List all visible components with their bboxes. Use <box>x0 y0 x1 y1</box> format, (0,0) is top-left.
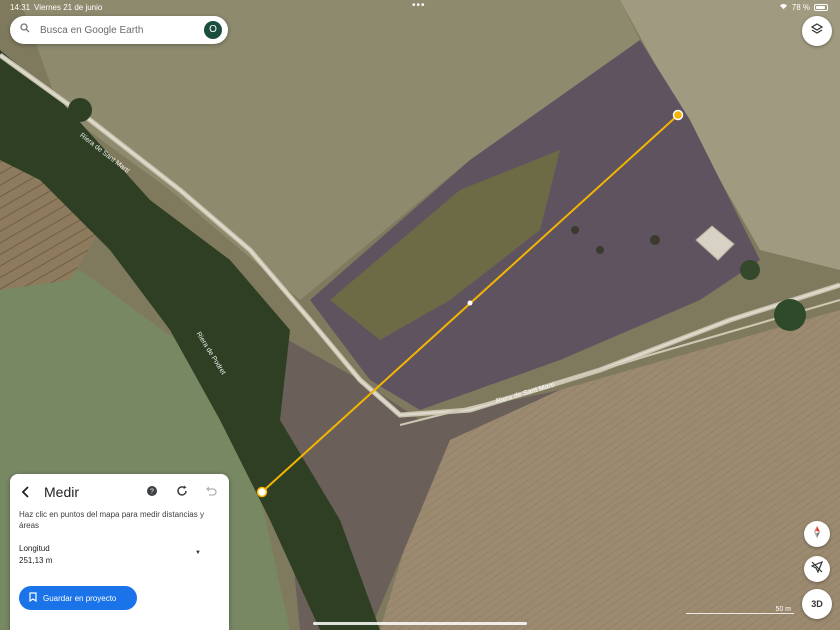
home-indicator[interactable] <box>313 622 527 625</box>
panel-description: Haz clic en puntos del mapa para medir d… <box>19 510 204 530</box>
units-dropdown-icon[interactable]: ▼ <box>195 550 201 556</box>
google-earth-screen: Riera de Sant Martí Riera de Podret Rier… <box>0 0 840 630</box>
length-label: Longitud <box>19 544 50 553</box>
battery-icon <box>814 4 828 11</box>
location-button[interactable] <box>804 556 830 582</box>
bookmark-icon <box>29 592 37 604</box>
battery-percent: 78 % <box>791 3 810 12</box>
help-icon[interactable]: ? <box>146 484 160 498</box>
3d-label: 3D <box>811 599 823 609</box>
scale-label: 50 m <box>775 606 791 613</box>
search-input[interactable] <box>40 24 190 36</box>
status-date: Viernes 21 de junio <box>34 3 103 12</box>
length-value: 251,13 m <box>19 556 53 565</box>
undo-icon[interactable] <box>204 484 218 498</box>
layers-icon <box>810 22 824 41</box>
location-off-icon <box>810 560 824 578</box>
status-bar: 14:31 Viernes 21 de junio ••• 78 % <box>0 0 840 16</box>
svg-text:?: ? <box>150 489 154 496</box>
search-icon <box>20 23 34 37</box>
status-time: 14:31 <box>10 3 31 12</box>
save-to-project-button[interactable]: Guardar en proyecto <box>19 586 137 610</box>
refresh-icon[interactable] <box>175 484 189 498</box>
3d-toggle-button[interactable]: 3D <box>802 589 832 619</box>
layers-button[interactable] <box>802 16 832 46</box>
compass-button[interactable] <box>804 521 830 547</box>
measure-panel: Medir ? Haz clic en puntos del mapa para… <box>10 474 229 630</box>
back-arrow-icon[interactable] <box>18 484 34 500</box>
avatar[interactable]: O <box>204 21 222 39</box>
wifi-icon <box>779 3 788 12</box>
compass-icon <box>811 525 823 544</box>
scale-bar: 50 m <box>686 606 794 614</box>
save-label: Guardar en proyecto <box>43 593 117 603</box>
panel-title: Medir <box>44 484 80 500</box>
search-bar[interactable]: O <box>10 16 228 44</box>
status-right: 78 % <box>779 3 828 12</box>
multitask-dots[interactable]: ••• <box>412 0 426 11</box>
